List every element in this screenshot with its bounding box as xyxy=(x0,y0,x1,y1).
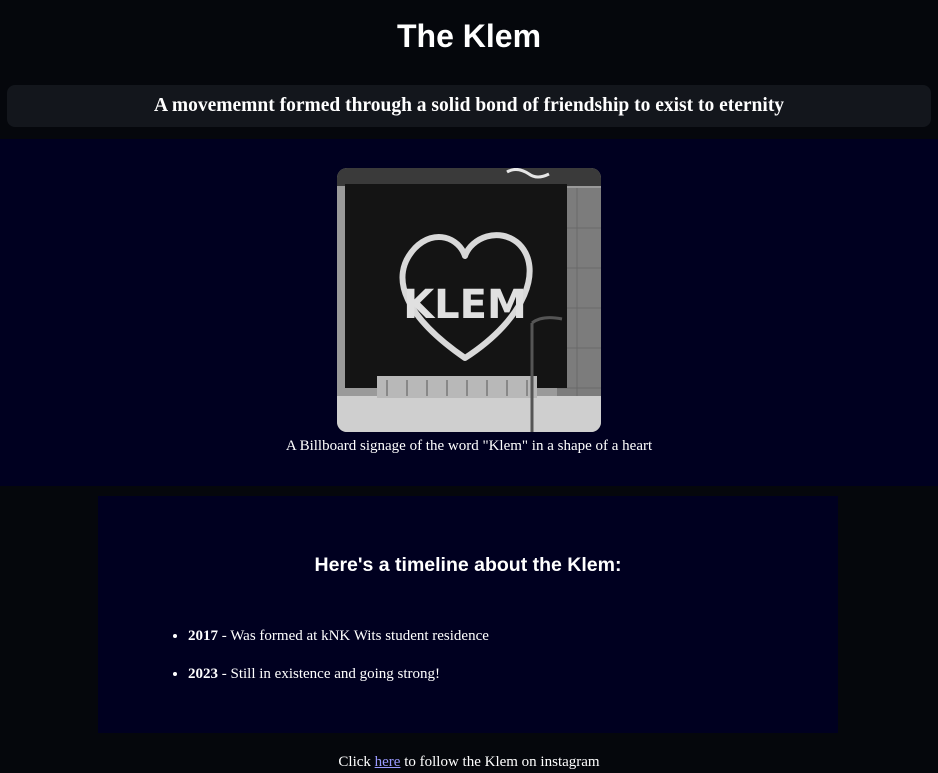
timeline-year: 2017 xyxy=(188,628,218,644)
footer-suffix: to follow the Klem on instagram xyxy=(400,754,600,770)
timeline-item: 2023 - Still in existence and going stro… xyxy=(188,665,489,683)
timeline-section: Here's a timeline about the Klem: 2017 -… xyxy=(98,496,838,733)
timeline-heading: Here's a timeline about the Klem: xyxy=(314,554,622,576)
timeline-text: - Was formed at kNK Wits student residen… xyxy=(218,628,489,644)
page-title: The Klem xyxy=(396,18,542,54)
instagram-link[interactable]: here xyxy=(375,754,401,770)
klem-billboard-image: KLEM xyxy=(337,168,601,432)
footer: Click here to follow the Klem on instagr… xyxy=(0,753,938,771)
timeline-text: - Still in existence and going strong! xyxy=(218,666,441,682)
tagline-banner: A movememnt formed through a solid bond … xyxy=(7,85,931,127)
billboard-text: KLEM xyxy=(403,282,527,328)
footer-prefix: Click xyxy=(338,754,375,770)
tagline: A movememnt formed through a solid bond … xyxy=(153,95,785,116)
image-caption: A Billboard signage of the word "Klem" i… xyxy=(285,438,653,454)
timeline-list: 2017 - Was formed at kNK Wits student re… xyxy=(188,627,489,703)
hero-section: KLEM A Billboard signage of the word "Kl… xyxy=(0,139,938,486)
timeline-item: 2017 - Was formed at kNK Wits student re… xyxy=(188,627,489,645)
timeline-year: 2023 xyxy=(188,666,218,682)
